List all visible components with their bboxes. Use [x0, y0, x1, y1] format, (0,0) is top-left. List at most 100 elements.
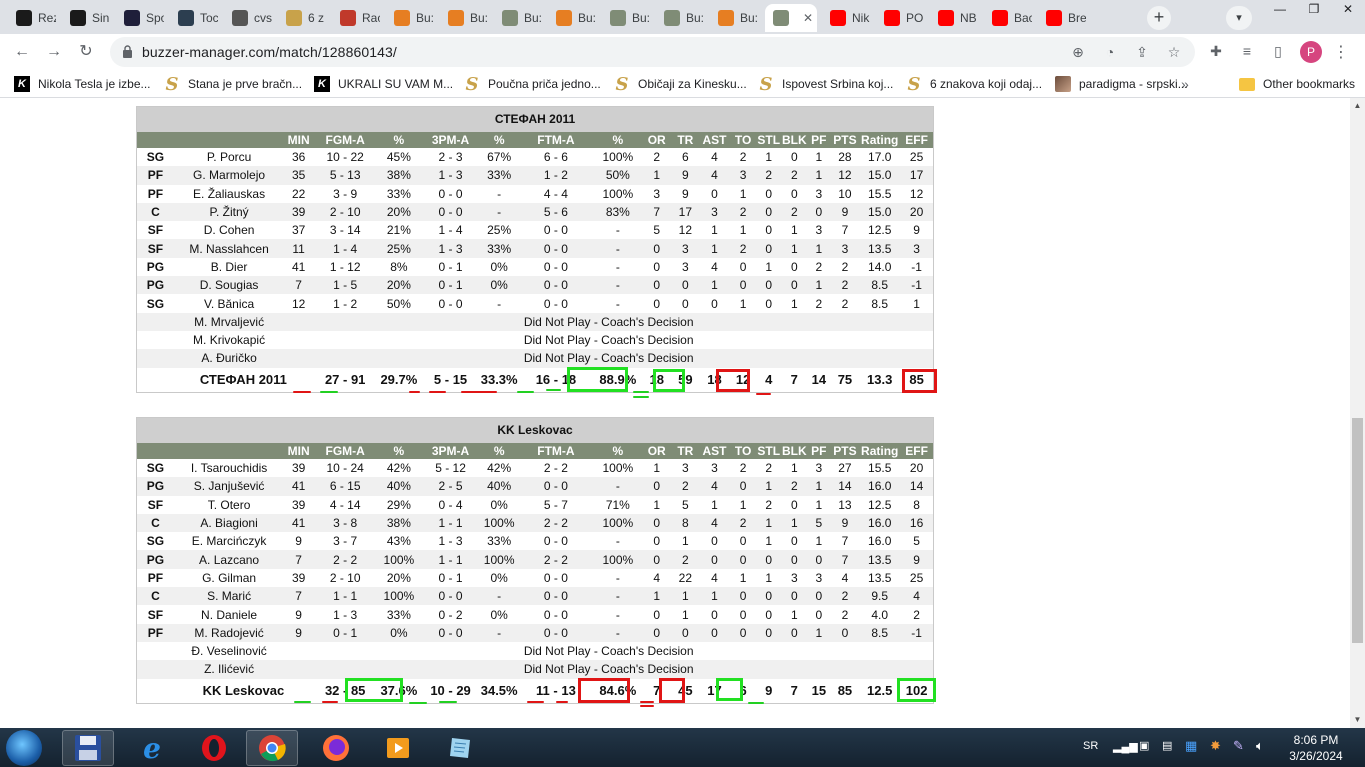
scroll-down-icon[interactable]: ▼ — [1353, 715, 1362, 724]
column-header[interactable]: TR — [672, 443, 699, 459]
column-header[interactable] — [173, 132, 285, 148]
column-header[interactable]: OR — [641, 443, 673, 459]
browser-tab[interactable]: Rez — [8, 4, 56, 32]
column-header[interactable]: STL — [755, 132, 782, 148]
player-name-link[interactable]: V. Bănica — [173, 294, 285, 313]
column-header[interactable]: STL — [755, 443, 782, 459]
scroll-up-icon[interactable]: ▲ — [1353, 101, 1362, 110]
browser-tab[interactable]: Toc — [170, 4, 218, 32]
address-bar[interactable]: buzzer-manager.com/match/128860143/ ⊕ ◔ … — [110, 37, 1195, 67]
player-name-link[interactable]: Đ. Veselinović — [173, 641, 285, 661]
column-header[interactable]: % — [480, 443, 518, 459]
forward-arrow-icon[interactable]: → — [44, 42, 64, 62]
column-header[interactable]: 3PM-A — [420, 443, 481, 459]
column-header[interactable]: EFF — [900, 132, 933, 148]
bookmark-item[interactable]: K Nikola Tesla je izbe... — [14, 75, 151, 93]
browser-tab[interactable]: PO — [876, 4, 924, 32]
column-header[interactable]: BLK — [781, 443, 808, 459]
browser-tab[interactable]: ✕ — [765, 4, 817, 32]
player-name-link[interactable]: B. Dier — [173, 257, 285, 277]
antivirus-icon[interactable]: ✸ — [1210, 738, 1221, 754]
column-header[interactable]: TR — [672, 132, 699, 148]
browser-tab[interactable]: Bu: — [386, 4, 434, 32]
zoom-icon[interactable]: ⊕ — [1070, 44, 1086, 60]
bookmark-item[interactable]: S 6 znakova koji odaj... — [906, 74, 1043, 95]
scrollbar-thumb[interactable] — [1352, 418, 1363, 643]
column-header[interactable]: 3PM-A — [420, 132, 481, 148]
browser-tab[interactable]: Bre — [1038, 4, 1086, 32]
column-header[interactable] — [137, 443, 174, 459]
bookmark-item[interactable]: paradigma - srpski... — [1055, 75, 1188, 93]
page-scrollbar[interactable]: ▲ ▼ — [1350, 98, 1365, 728]
player-name-link[interactable]: D. Sougias — [173, 276, 285, 295]
player-name-link[interactable]: G. Gilman — [173, 568, 285, 588]
menu-kebab-icon[interactable]: ⋮ — [1333, 42, 1349, 62]
taskbar-chrome-app[interactable] — [246, 730, 298, 766]
column-header[interactable]: PTS — [830, 443, 860, 459]
browser-tab[interactable]: Sin — [62, 4, 110, 32]
apps-grid-icon[interactable]: ▦ — [1185, 738, 1197, 754]
column-header[interactable]: PF — [807, 443, 831, 459]
column-header[interactable]: FTM-A — [517, 132, 595, 148]
player-name-link[interactable]: T. Otero — [173, 495, 285, 514]
column-header[interactable]: % — [480, 132, 518, 148]
signal-icon[interactable]: ▂▄▆ — [1113, 740, 1138, 753]
player-name-link[interactable]: M. Radojević — [173, 623, 285, 642]
column-header[interactable]: PF — [807, 132, 831, 148]
column-header[interactable]: % — [377, 132, 421, 148]
player-name-link[interactable]: D. Cohen — [173, 221, 285, 240]
browser-tab[interactable]: Bac — [984, 4, 1032, 32]
column-header[interactable]: TO — [730, 443, 756, 459]
player-name-link[interactable]: P. Žitný — [173, 202, 285, 222]
close-window-icon[interactable]: ✕ — [1331, 0, 1365, 18]
player-name-link[interactable]: E. Žaliauskas — [173, 184, 285, 203]
player-name-link[interactable]: M. Mrvaljević — [173, 312, 285, 331]
bookmark-item[interactable]: S Poučna priča jedno... — [464, 74, 601, 95]
column-header[interactable]: % — [377, 443, 421, 459]
browser-tab[interactable]: Nik — [822, 4, 870, 32]
column-header[interactable]: PTS — [830, 132, 860, 148]
column-header[interactable]: FTM-A — [517, 443, 595, 459]
bookmark-item[interactable]: S Ispovest Srbina koj... — [758, 74, 894, 95]
language-indicator[interactable]: SR — [1083, 740, 1098, 752]
taskbar-save-app[interactable] — [62, 730, 114, 766]
column-header[interactable]: AST — [698, 132, 731, 148]
column-header[interactable]: % — [594, 443, 642, 459]
start-button[interactable] — [6, 730, 42, 766]
tab-close-icon[interactable]: ✕ — [803, 11, 813, 25]
browser-tab[interactable]: Bu: — [440, 4, 488, 32]
bookmark-item[interactable]: S Stana je prve bračn... — [164, 74, 303, 95]
tab-search-chevron-icon[interactable]: ▾ — [1226, 6, 1252, 30]
display-icon[interactable]: ▤ — [1162, 739, 1172, 752]
profile-avatar[interactable]: P — [1300, 41, 1322, 63]
player-name-link[interactable]: N. Daniele — [173, 605, 285, 624]
browser-tab[interactable]: Bu: — [710, 4, 758, 32]
player-name-link[interactable]: M. Krivokapić — [173, 330, 285, 350]
volume-icon[interactable]: 🔈︎ — [1256, 738, 1264, 754]
column-header[interactable] — [173, 443, 285, 459]
player-name-link[interactable]: A. Đuričko — [173, 349, 285, 368]
taskbar-ie-app[interactable]: e — [126, 730, 178, 766]
taskbar-media-player-app[interactable] — [372, 730, 424, 766]
bookmark-item[interactable]: S Običaji za Kinesku... — [614, 74, 747, 95]
column-header[interactable]: BLK — [781, 132, 808, 148]
player-name-link[interactable]: P. Porcu — [173, 148, 285, 167]
column-header[interactable]: % — [594, 132, 642, 148]
player-name-link[interactable]: S. Marić — [173, 587, 285, 606]
browser-tab[interactable]: Bu: — [548, 4, 596, 32]
column-header[interactable]: EFF — [900, 443, 933, 459]
pen-icon[interactable]: ✎ — [1233, 738, 1244, 754]
taskbar-firefox-app[interactable] — [310, 730, 362, 766]
player-name-link[interactable]: E. Marcińczyk — [173, 532, 285, 551]
column-header[interactable]: TO — [730, 132, 756, 148]
taskbar-clock[interactable]: 8:06 PM 3/26/2024 — [1286, 732, 1346, 764]
browser-tab[interactable]: Bu: — [656, 4, 704, 32]
browser-tab[interactable]: Bu: — [602, 4, 650, 32]
player-name-link[interactable]: S. Janjušević — [173, 477, 285, 496]
taskbar-opera-app[interactable] — [188, 730, 240, 766]
browser-tab[interactable]: Rac — [332, 4, 380, 32]
player-name-link[interactable]: A. Biagioni — [173, 513, 285, 533]
browser-tab[interactable]: NB — [930, 4, 978, 32]
back-arrow-icon[interactable]: ← — [12, 42, 32, 62]
bookmark-item[interactable]: K UKRALI SU VAM M... — [314, 75, 453, 93]
